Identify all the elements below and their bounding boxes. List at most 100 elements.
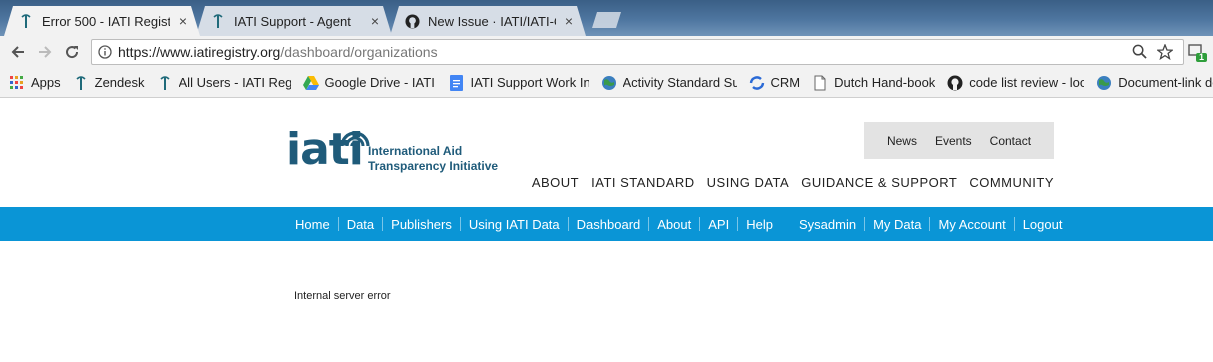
arrow-left-icon [11,46,24,58]
reload-button[interactable] [60,40,84,64]
main-nav-community[interactable]: COMMUNITY [969,175,1054,190]
extension-icon[interactable]: 1 [1188,43,1208,63]
bookmark-dutch-handbook[interactable]: Dutch Hand-book [812,75,935,91]
bookmark-label: Apps [31,75,61,90]
nav-separator [1013,217,1015,231]
tab-strip: Error 500 - IATI Registry × IATI Support… [0,0,1213,36]
new-tab-button[interactable] [592,12,622,28]
iati-pin-icon [18,13,34,29]
nav-separator [737,217,739,231]
browser-toolbar: https://www.iatiregistry.org/dashboard/o… [0,36,1213,68]
tab-title: IATI Support - Agent [234,13,351,29]
google-drive-icon [302,75,319,91]
bookmark-label: code list review - look [969,75,1085,90]
iati-pin-icon [157,75,173,91]
bookmark-label: IATI Support Work In [470,75,589,90]
bookmark-activity-standard[interactable]: Activity Standard Sum [601,75,737,91]
registry-nav-home[interactable]: Home [295,217,330,232]
registry-nav-sysadmin[interactable]: Sysadmin [799,217,856,232]
info-icon[interactable] [92,45,118,59]
bookmark-star-icon[interactable] [1155,43,1175,65]
google-docs-icon [449,74,465,91]
nav-separator [864,217,866,231]
page-icon [812,75,828,91]
iati-pin-icon [73,75,89,91]
bookmark-label: Google Drive - IATI Te [324,75,437,90]
bookmark-label: Dutch Hand-book [834,75,936,90]
bookmark-label: All Users - IATI Regist [178,75,291,90]
utility-link-contact[interactable]: Contact [990,134,1031,148]
bookmark-google-drive[interactable]: Google Drive - IATI Te [302,75,437,91]
nav-separator [929,217,931,231]
reload-icon [66,46,79,59]
utility-link-events[interactable]: Events [935,134,972,148]
close-icon[interactable]: × [368,13,382,29]
apps-grid-icon [9,75,25,91]
bookmark-label: Document-link de [1118,75,1213,90]
registry-nav-dashboard[interactable]: Dashboard [577,217,641,232]
bookmark-document-link[interactable]: Document-link de [1096,75,1213,91]
logo-word: iati [286,124,364,175]
registry-nav-left: Home Data Publishers Using IATI Data Das… [295,207,773,241]
bookmark-label: CRM [770,75,801,90]
logo-line-2: Transparency Initiative [368,159,499,173]
bookmark-label: Zendesk [94,75,145,90]
utility-link-news[interactable]: News [887,134,917,148]
registry-nav-right: Sysadmin My Data My Account Logout [799,207,1062,241]
github-icon [404,13,420,29]
registry-nav-data[interactable]: Data [347,217,374,232]
registry-nav-using-iati-data[interactable]: Using IATI Data [469,217,560,232]
url-path: /dashboard/organizations [280,44,438,60]
iati-pin-icon [210,13,226,29]
registry-nav-my-account[interactable]: My Account [938,217,1005,232]
registry-nav-bar: Home Data Publishers Using IATI Data Das… [0,207,1213,241]
tab-title: New Issue · IATI/IATI-Cod [428,13,554,29]
tab-iati-support[interactable]: IATI Support - Agent × [196,6,392,36]
tab-title: Error 500 - IATI Registry [42,13,170,29]
crm-icon [749,75,765,91]
bookmark-all-users[interactable]: All Users - IATI Regist [157,75,291,91]
utility-nav: News Events Contact [864,122,1054,159]
extension-badge: 1 [1199,52,1205,62]
nav-separator [337,217,339,231]
close-icon[interactable]: × [176,13,190,29]
main-nav-about[interactable]: ABOUT [532,175,579,190]
registry-nav-publishers[interactable]: Publishers [391,217,452,232]
registry-nav-about[interactable]: About [657,217,691,232]
bookmark-iati-support-work[interactable]: IATI Support Work In [449,74,589,91]
globe-icon [601,75,617,91]
bookmark-zendesk[interactable]: Zendesk [73,75,145,91]
error-message: Internal server error [294,290,391,302]
main-nav-iati-standard[interactable]: IATI STANDARD [591,175,695,190]
bookmark-code-list-review[interactable]: code list review - look [947,75,1084,91]
registry-nav-help[interactable]: Help [746,217,773,232]
close-icon[interactable]: × [562,13,576,29]
url-text: https://www.iatiregistry.org/dashboard/o… [118,44,438,60]
tab-new-issue[interactable]: New Issue · IATI/IATI-Cod × [390,6,586,36]
bookmark-apps[interactable]: Apps [9,75,61,91]
arrow-right-icon [39,46,52,58]
forward-button[interactable] [33,40,57,64]
iati-logo[interactable]: iati International Aid Transparency Init… [286,120,516,180]
registry-nav-logout[interactable]: Logout [1023,217,1063,232]
nav-separator [648,217,650,231]
zoom-search-icon[interactable] [1132,44,1147,65]
main-nav: ABOUT IATI STANDARD USING DATA GUIDANCE … [532,175,1054,190]
github-icon [947,75,963,91]
bookmarks-bar: Apps Zendesk All Users - IATI Regist Goo… [0,68,1213,98]
back-button[interactable] [6,40,30,64]
nav-separator [382,217,384,231]
logo-line-1: International Aid [368,144,463,158]
address-bar[interactable]: https://www.iatiregistry.org/dashboard/o… [91,39,1184,65]
tab-error-500[interactable]: Error 500 - IATI Registry × [4,6,200,36]
globe-icon [1096,75,1112,91]
bookmark-crm[interactable]: CRM [749,75,801,91]
url-host: https://www.iatiregistry.org [118,44,281,60]
bookmark-label: Activity Standard Sum [622,75,737,90]
main-nav-guidance-support[interactable]: GUIDANCE & SUPPORT [801,175,957,190]
registry-nav-api[interactable]: API [708,217,729,232]
registry-nav-my-data[interactable]: My Data [873,217,921,232]
nav-separator [459,217,461,231]
main-nav-using-data[interactable]: USING DATA [707,175,790,190]
nav-separator [567,217,569,231]
